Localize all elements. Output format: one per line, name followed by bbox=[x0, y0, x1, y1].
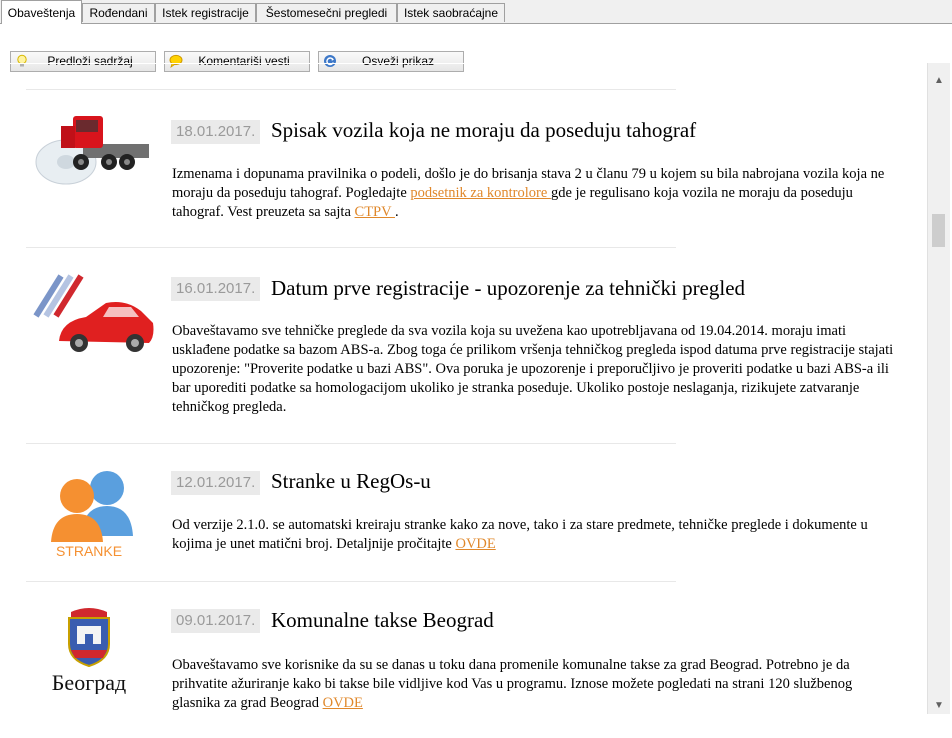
news-body: Izmenama i dopunama pravilnika o podeli,… bbox=[172, 165, 897, 222]
separator bbox=[26, 581, 676, 582]
podsetnik-link[interactable]: podsetnik za kontrolore bbox=[410, 185, 551, 201]
truck-tachograph-image bbox=[35, 116, 149, 185]
scroll-up-arrow-icon[interactable]: ▲ bbox=[928, 71, 950, 91]
news-text: Od verzije 2.1.0. se automatski kreiraju… bbox=[172, 517, 868, 552]
news-title: Stranke u RegOs-u bbox=[271, 469, 431, 493]
separator bbox=[26, 443, 676, 444]
news-title: Spisak vozila koja ne moraju da poseduju… bbox=[271, 118, 697, 142]
news-date: 18.01.2017. bbox=[171, 120, 261, 144]
news-text: . bbox=[394, 204, 399, 220]
news-body: Obaveštavamo sve korisnike da su se dana… bbox=[172, 656, 897, 713]
news-body: Obaveštavamo sve tehničke preglede da sv… bbox=[172, 322, 897, 417]
scrollbar-thumb[interactable] bbox=[932, 214, 945, 247]
tab-bar: Obaveštenja Rođendani Istek registracije… bbox=[0, 0, 952, 25]
ovde-link[interactable]: OVDE bbox=[323, 695, 363, 711]
ctpv-link[interactable]: CTPV bbox=[355, 204, 395, 220]
stranke-image: STRANKE bbox=[51, 471, 133, 559]
scroll-down-arrow-icon[interactable]: ▼ bbox=[928, 696, 950, 716]
news-title: Datum prve registracije - upozorenje za … bbox=[271, 276, 746, 300]
tab-istek-saobracajne[interactable]: Istek saobraćajne bbox=[397, 3, 505, 22]
news-title: Komunalne takse Beograd bbox=[271, 608, 494, 632]
vertical-scrollbar[interactable]: ▲ ▼ bbox=[927, 63, 950, 714]
separator bbox=[26, 89, 676, 90]
news-text: Obaveštavamo sve tehničke preglede da sv… bbox=[172, 323, 894, 415]
tab-istek-registracije[interactable]: Istek registracije bbox=[155, 3, 256, 22]
news-text: Obaveštavamo sve korisnike da su se dana… bbox=[172, 657, 853, 711]
tab-obavestenja[interactable]: Obaveštenja bbox=[1, 0, 82, 24]
tab-sestomesecni-pregledi[interactable]: Šestomesečni pregledi bbox=[256, 3, 397, 22]
tab-rodjendani[interactable]: Rođendani bbox=[82, 3, 155, 22]
separator bbox=[26, 247, 676, 248]
beograd-coat-of-arms-image: Београд bbox=[52, 608, 126, 694]
stranke-label: STRANKE bbox=[56, 543, 122, 559]
news-date: 16.01.2017. bbox=[171, 277, 261, 301]
news-date: 12.01.2017. bbox=[171, 471, 261, 495]
news-body: Od verzije 2.1.0. se automatski kreiraju… bbox=[172, 516, 897, 554]
news-feed[interactable]: 18.01.2017. Spisak vozila koja ne moraju… bbox=[1, 63, 927, 715]
car-registration-image bbox=[33, 274, 154, 352]
news-date: 09.01.2017. bbox=[171, 609, 261, 633]
ovde-link[interactable]: OVDE bbox=[455, 536, 495, 552]
beograd-label: Београд bbox=[52, 670, 126, 694]
